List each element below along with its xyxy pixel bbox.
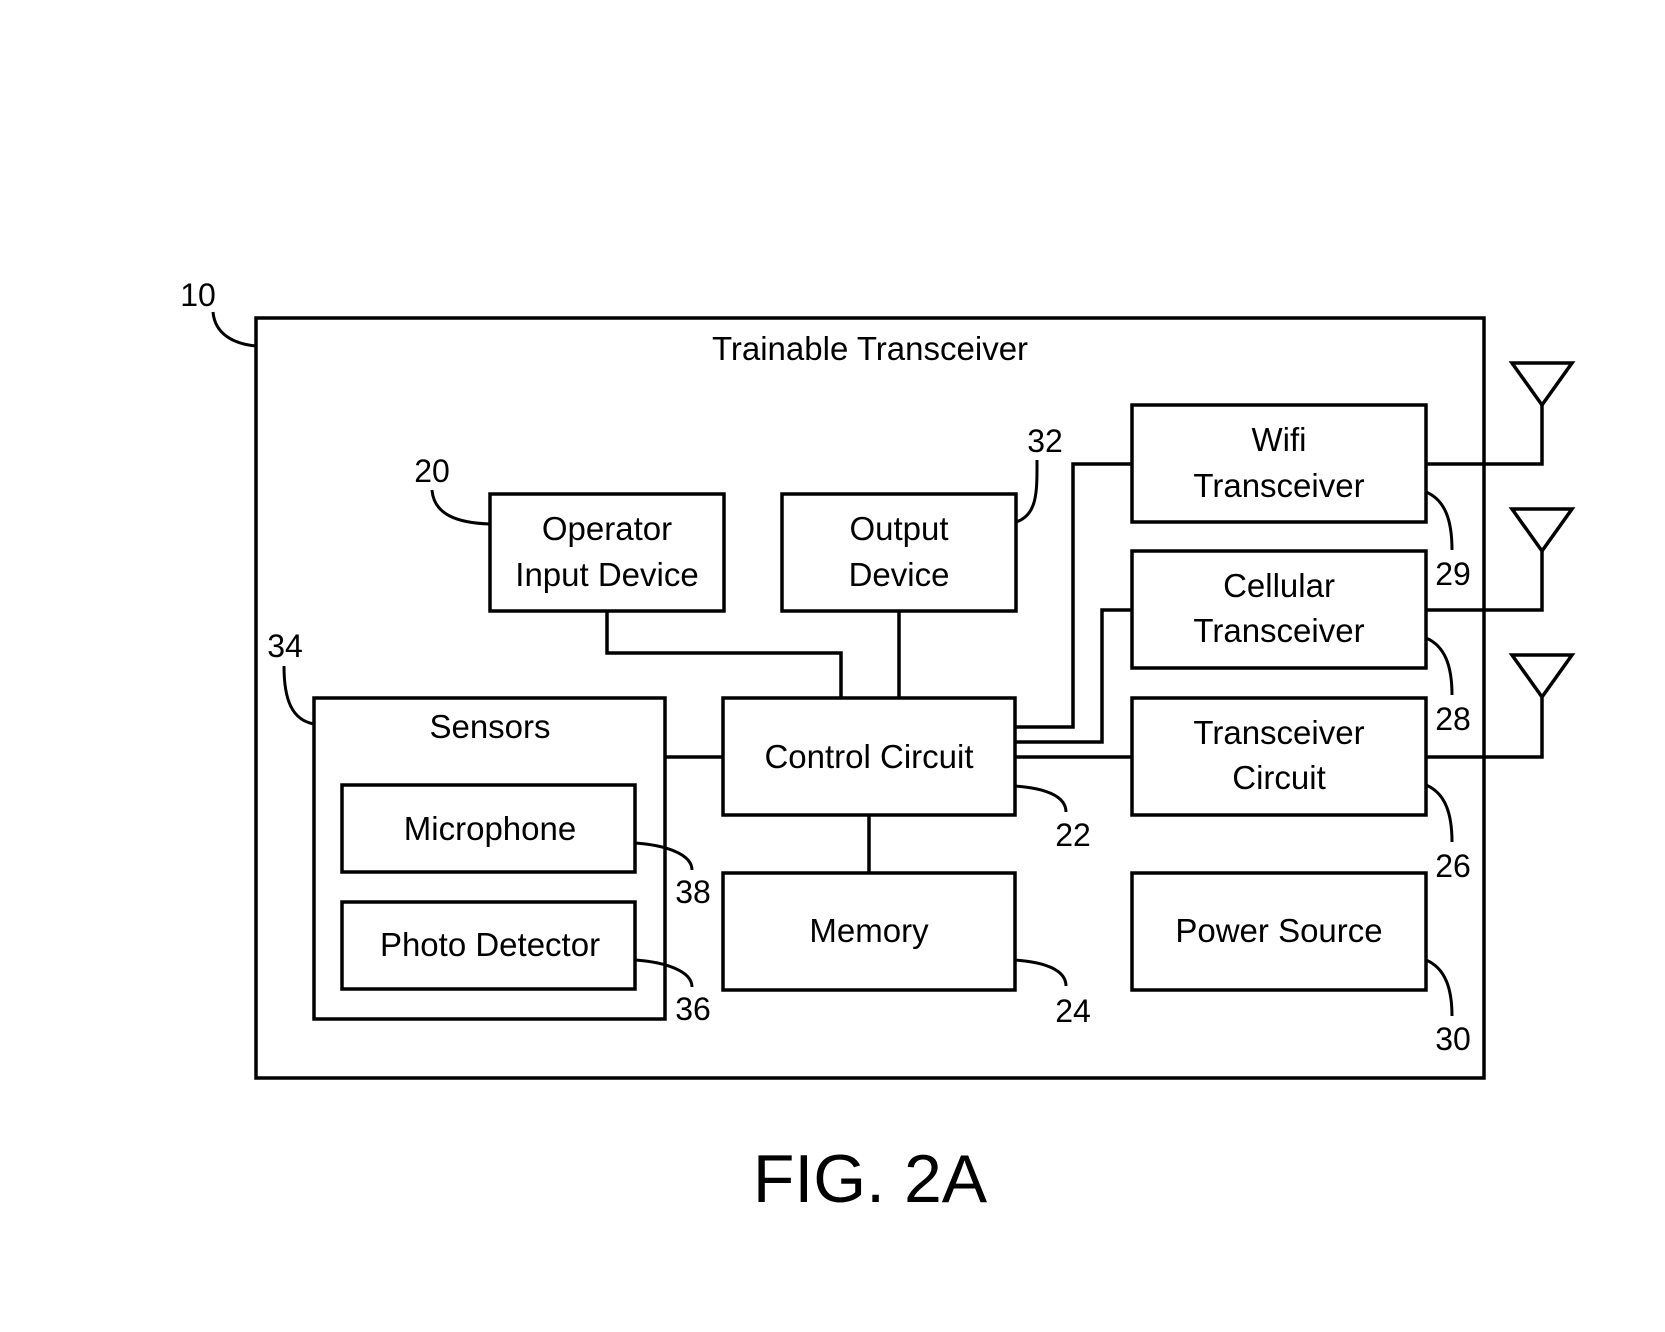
trainable-transceiver-title: Trainable Transceiver	[712, 330, 1028, 367]
operator-input-label-1: Operator	[542, 510, 672, 547]
sensors-label: Sensors	[429, 708, 550, 745]
output-device-label-2: Device	[849, 556, 950, 593]
transceiver-circuit-label-2: Circuit	[1232, 759, 1326, 796]
ref-28: 28	[1435, 701, 1471, 737]
ref-24: 24	[1055, 993, 1091, 1029]
control-circuit-label: Control Circuit	[764, 738, 973, 775]
wifi-label-2: Transceiver	[1193, 467, 1364, 504]
operator-input-label-2: Input Device	[515, 556, 698, 593]
transceiver-circuit-label-1: Transceiver	[1193, 714, 1364, 751]
ref-30: 30	[1435, 1021, 1471, 1057]
antenna-icon	[1508, 361, 1576, 409]
cellular-label-1: Cellular	[1223, 567, 1335, 604]
block-diagram: Trainable Transceiver 10 Operator Input …	[180, 277, 1576, 1217]
output-device-label-1: Output	[849, 510, 948, 547]
ref-22: 22	[1055, 817, 1091, 853]
wifi-label-1: Wifi	[1252, 421, 1307, 458]
figure-caption: FIG. 2A	[753, 1141, 988, 1217]
ref-26: 26	[1435, 848, 1471, 884]
ref-10: 10	[180, 277, 216, 313]
ref-leader-10	[211, 311, 257, 348]
ref-34: 34	[267, 628, 303, 664]
power-source-label: Power Source	[1175, 912, 1382, 949]
ref-32: 32	[1027, 423, 1063, 459]
antenna-icon	[1508, 653, 1576, 701]
ref-29: 29	[1435, 556, 1471, 592]
ref-20: 20	[414, 453, 450, 489]
ref-36: 36	[675, 991, 711, 1027]
cellular-label-2: Transceiver	[1193, 612, 1364, 649]
antenna-icon	[1508, 507, 1576, 555]
photo-detector-label: Photo Detector	[380, 926, 600, 963]
memory-label: Memory	[809, 912, 929, 949]
ref-38: 38	[675, 874, 711, 910]
microphone-label: Microphone	[404, 810, 576, 847]
